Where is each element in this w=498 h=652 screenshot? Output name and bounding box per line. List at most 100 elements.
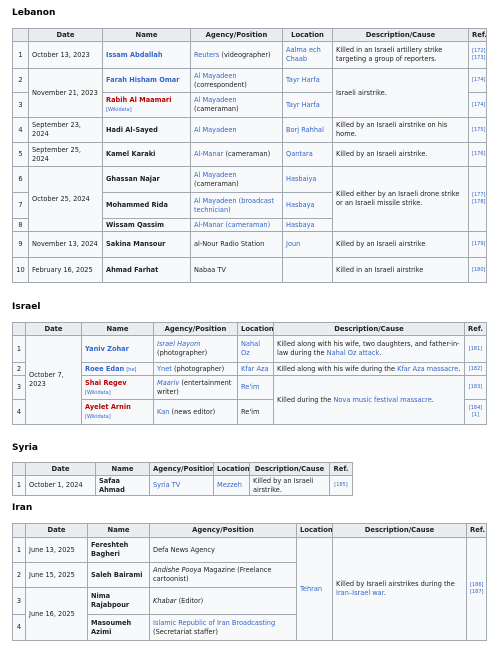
ref-link[interactable]: [1] [468, 412, 483, 419]
location-link[interactable]: Qantara [286, 150, 313, 158]
agency-link[interactable]: Reuters [194, 51, 219, 59]
ref-link[interactable]: [187] [470, 589, 483, 596]
location-link[interactable]: Hasbaiya [286, 175, 316, 183]
name-link[interactable]: Yaniv Zohar [85, 345, 129, 353]
name-link[interactable]: Shai Regev [85, 379, 127, 387]
agency-link[interactable]: Al Mayadeen [194, 171, 237, 179]
ref-link[interactable]: [172] [472, 48, 485, 55]
location-link[interactable]: Re'im [241, 383, 259, 391]
header-agency[interactable]: Agency/Position [149, 462, 214, 476]
agency-link[interactable]: Ynet [157, 365, 172, 373]
section-heading-israel: Israel [12, 302, 41, 312]
name-link[interactable]: Rabih Al Maamari [106, 96, 171, 104]
ref-link[interactable]: [183] [468, 384, 483, 391]
ref-link[interactable]: [176] [472, 151, 485, 158]
name-link[interactable]: Farah Hisham Omar [106, 76, 179, 84]
location-link[interactable]: Tayr Harfa [286, 101, 320, 109]
ref-link[interactable]: [182] [468, 366, 483, 373]
wikidata-link[interactable]: [Wikidata] [85, 390, 111, 396]
header-date[interactable]: Date [25, 322, 82, 336]
header-agency[interactable]: Agency/Position [190, 28, 283, 42]
agency-link[interactable]: Al Mayadeen [194, 96, 237, 104]
table-row: 5 September 25, 2024 Kamel Karaki Al-Man… [12, 142, 487, 167]
location-link[interactable]: Aalma ech Chaab [286, 46, 321, 63]
agency-link[interactable]: Al Mayadeen (broadcast technician) [194, 197, 274, 214]
header-name[interactable]: Name [87, 523, 150, 538]
header-date[interactable]: Date [25, 462, 96, 476]
header-ref[interactable]: Ref. [329, 462, 353, 476]
table-row: 10 February 16, 2025 Ahmad Farhat Nabaa … [12, 257, 487, 283]
event-link[interactable]: Kfar Aza massacre [397, 365, 458, 373]
agency-link[interactable]: Islamic Republic of Iran Broadcasting [153, 619, 275, 627]
header-location[interactable]: Location [296, 523, 333, 538]
israel-table: Date Name Agency/Position Location Descr… [12, 322, 487, 425]
agency-link[interactable]: Al Mayadeen [194, 72, 237, 80]
ref-link[interactable]: [178] [472, 199, 485, 206]
agency-link[interactable]: Israel Hayom [157, 340, 200, 348]
ref-link[interactable]: [179] [472, 241, 485, 248]
name-link[interactable]: Ayelet Arnin [85, 403, 131, 411]
ref-link[interactable]: [173] [472, 55, 485, 62]
agency-link[interactable]: Al-Manar (cameraman) [194, 221, 270, 229]
header-ref[interactable]: Ref. [464, 322, 487, 336]
ref-link[interactable]: [180] [472, 267, 485, 274]
event-link[interactable]: Nova music festival massacre [333, 396, 431, 404]
table-row: 3 Shai Regev [Wikidata] Maariv (entertai… [12, 375, 487, 425]
agency-link[interactable]: Syria TV [153, 481, 180, 489]
agency-link[interactable]: Al Mayadeen [194, 126, 237, 134]
location-link[interactable]: Nahal Oz [241, 340, 260, 357]
ref-link[interactable]: [174] [472, 77, 485, 84]
header-name[interactable]: Name [81, 322, 154, 336]
header-name[interactable]: Name [102, 28, 191, 42]
name-link[interactable]: Issam Abdallah [106, 51, 163, 59]
header-number [12, 523, 26, 538]
ref-link[interactable]: [177] [472, 192, 485, 199]
header-description[interactable]: Description/Cause [273, 322, 465, 336]
header-date[interactable]: Date [28, 28, 103, 42]
ref-link[interactable]: [175] [472, 127, 485, 134]
header-agency[interactable]: Agency/Position [153, 322, 238, 336]
ref-link[interactable]: [184] [468, 405, 483, 412]
section-heading-syria: Syria [12, 443, 38, 453]
name-link[interactable]: Roee Edan [85, 365, 124, 373]
header-agency[interactable]: Agency/Position [149, 523, 297, 538]
header-description[interactable]: Description/Cause [332, 28, 469, 42]
table-row: 2 Roee Edan [he] Ynet (photographer) Kfa… [12, 362, 487, 376]
header-date[interactable]: Date [25, 523, 88, 538]
ref-link[interactable]: [181] [468, 346, 483, 353]
table-row: 9 November 13, 2024 Sakina Mansour al-No… [12, 231, 487, 258]
location-link[interactable]: Kfar Aza [241, 365, 269, 373]
ref-link[interactable]: [186] [470, 582, 483, 589]
ref-link[interactable]: [174] [472, 102, 485, 109]
section-heading-lebanon: Lebanon [12, 8, 56, 18]
header-location[interactable]: Location [213, 462, 250, 476]
header-name[interactable]: Name [95, 462, 150, 476]
table-header-row: Date Name Agency/Position Location Descr… [12, 322, 487, 336]
header-location[interactable]: Location [282, 28, 333, 42]
header-location[interactable]: Location [237, 322, 274, 336]
location-link[interactable]: Mezzeh [217, 481, 242, 489]
location-link[interactable]: Hasbaya [286, 221, 315, 229]
agency-link[interactable]: Kan [157, 408, 169, 416]
table-row: 1 October 1, 2024 Safaa Ahmad Syria TV M… [12, 474, 353, 497]
header-description[interactable]: Description/Cause [249, 462, 330, 476]
event-link[interactable]: Nahal Oz attack [327, 349, 380, 357]
wikidata-link[interactable]: [Wikidata] [85, 414, 111, 420]
ref-link[interactable]: [185] [333, 482, 349, 489]
language-link[interactable]: [he] [126, 367, 136, 373]
location-link[interactable]: Borj Rahhal [286, 126, 324, 134]
location-link[interactable]: Joun [286, 240, 300, 248]
wikidata-link[interactable]: [Wikidata] [106, 107, 132, 113]
table-row: 1 October 13, 2023 Issam Abdallah Reuter… [12, 41, 487, 69]
event-link[interactable]: Iran–Israel war [336, 589, 384, 597]
lebanon-table: Date Name Agency/Position Location Descr… [12, 28, 487, 283]
header-description[interactable]: Description/Cause [332, 523, 467, 538]
location-link[interactable]: Tehran [300, 585, 322, 593]
location-link[interactable]: Hasbaya [286, 201, 315, 209]
agency-link[interactable]: Maariv [157, 379, 179, 387]
agency-link[interactable]: Al-Manar [194, 150, 223, 158]
header-ref[interactable]: Ref. [466, 523, 487, 538]
location-link[interactable]: Tayr Harfa [286, 76, 320, 84]
section-heading-iran: Iran [12, 503, 33, 513]
header-ref[interactable]: Ref. [468, 28, 487, 42]
